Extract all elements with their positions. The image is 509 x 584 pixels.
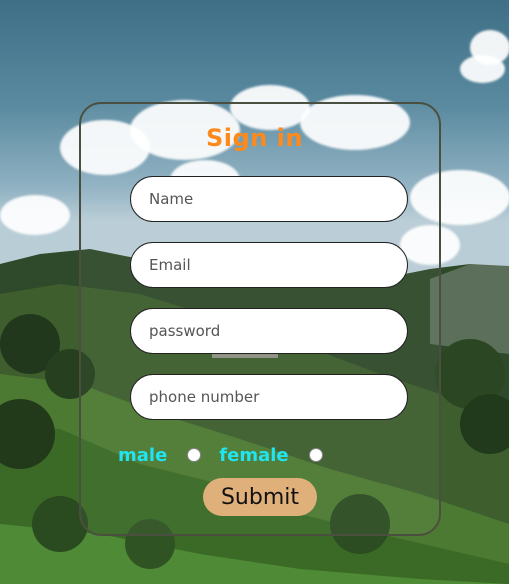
cloud xyxy=(460,55,505,83)
male-label: male xyxy=(118,444,168,466)
form-title: Sign in xyxy=(206,124,303,152)
phone-input[interactable] xyxy=(130,374,408,420)
male-radio[interactable] xyxy=(187,448,202,462)
password-input[interactable] xyxy=(130,308,408,354)
submit-button[interactable]: Submit xyxy=(203,478,317,516)
email-input[interactable] xyxy=(130,242,408,288)
female-radio[interactable] xyxy=(308,448,323,462)
name-input[interactable] xyxy=(130,176,408,222)
female-label: female xyxy=(219,444,289,466)
gender-options: male female xyxy=(118,442,323,468)
